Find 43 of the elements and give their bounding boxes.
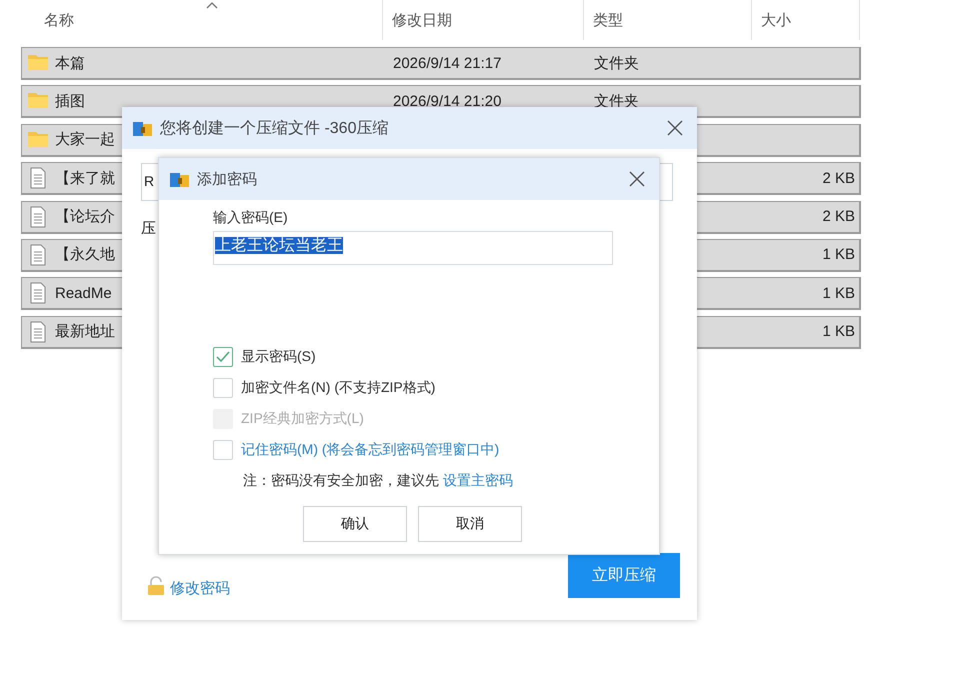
file-size: 1 KB bbox=[822, 246, 855, 264]
lock-icon bbox=[146, 576, 166, 596]
set-master-password-link[interactable]: 设置主密码 bbox=[443, 472, 513, 490]
file-name: 大家一起 bbox=[55, 130, 115, 150]
dialog-title: 添加密码 bbox=[197, 170, 258, 188]
file-name: 【来了就 bbox=[55, 168, 115, 188]
change-password-link[interactable]: 修改密码 bbox=[170, 579, 564, 598]
sort-caret-icon bbox=[206, 2, 218, 9]
column-header[interactable]: 修改日期 bbox=[383, 0, 584, 40]
checkbox[interactable] bbox=[213, 347, 233, 367]
checkbox-label: 显示密码(S) bbox=[241, 348, 316, 366]
file-row[interactable]: 本篇 2026/9/14 21:17 文件夹 bbox=[21, 47, 861, 80]
checkbox-label: 加密文件名(N) (不支持ZIP格式) bbox=[241, 379, 436, 397]
checkbox-label: ZIP经典加密方式(L) bbox=[241, 410, 364, 428]
column-header[interactable]: 类型 bbox=[584, 0, 752, 40]
file-size: 1 KB bbox=[822, 284, 855, 302]
note-text: 注：密码没有安全加密，建议先 bbox=[243, 472, 439, 490]
modified-date: 2026/9/14 21:17 bbox=[393, 54, 502, 72]
file-name: ReadMe bbox=[55, 284, 112, 302]
field-label: 输入密码(E) bbox=[213, 209, 288, 227]
file-name: 本篇 bbox=[55, 54, 85, 72]
modified-date: 2026/9/14 21:20 bbox=[393, 92, 502, 110]
check-icon bbox=[216, 351, 230, 363]
file-name: 最新地址 bbox=[55, 322, 115, 342]
checkbox[interactable] bbox=[213, 440, 233, 460]
checkbox[interactable] bbox=[213, 378, 233, 398]
column-header[interactable]: 大小 bbox=[752, 0, 860, 40]
window-title: 您将创建一个压缩文件 -360压缩 bbox=[160, 118, 390, 138]
field-label: 压 bbox=[141, 219, 157, 238]
file-name: 【永久地 bbox=[55, 245, 115, 264]
cancel-button[interactable]: 取消 bbox=[418, 506, 522, 542]
checkbox-label: 记住密码(M) (将会备忘到密码管理窗口中) bbox=[241, 441, 500, 459]
password-field[interactable]: 上老王论坛当老王 bbox=[213, 231, 613, 265]
close-icon bbox=[629, 171, 645, 187]
file-size: 2 KB bbox=[822, 208, 855, 226]
file-size: 2 KB bbox=[822, 170, 855, 187]
file-name: 插图 bbox=[55, 92, 85, 111]
file-type: 文件夹 bbox=[594, 54, 639, 72]
column-header[interactable]: 名称 bbox=[21, 0, 383, 40]
file-size: 1 KB bbox=[822, 323, 855, 340]
confirm-button[interactable]: 确认 bbox=[303, 506, 407, 542]
file-name: 【论坛介 bbox=[55, 207, 115, 226]
close-icon bbox=[667, 120, 683, 136]
